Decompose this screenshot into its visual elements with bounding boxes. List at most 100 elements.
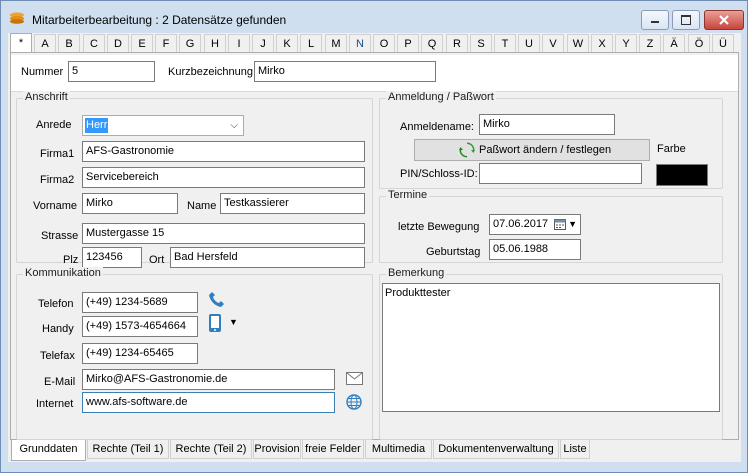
internet-field[interactable]: www.afs-software.de <box>82 392 335 413</box>
letzte-bewegung-field[interactable]: 07.06.2017 ▼ <box>489 214 581 235</box>
title-bar[interactable]: Mitarbeiterbearbeitung : 2 Datensätze ge… <box>1 1 747 33</box>
mobile-phone-icon[interactable] <box>208 313 222 333</box>
alpha-tab-W[interactable]: W <box>567 34 589 52</box>
telefon-field[interactable]: (+49) 1234-5689 <box>82 292 198 313</box>
bottom-tab-provision[interactable]: Provision <box>253 440 301 459</box>
strasse-field[interactable]: Mustergasse 15 <box>82 223 365 244</box>
bottom-tab-dokumentenverwaltung[interactable]: Dokumentenverwaltung <box>433 440 559 459</box>
alpha-tab-Z[interactable]: Z <box>639 34 661 52</box>
geburtstag-field[interactable]: 05.06.1988 <box>489 239 581 260</box>
close-button[interactable] <box>704 10 744 30</box>
strasse-label: Strasse <box>41 230 79 242</box>
alpha-tab-N[interactable]: N <box>349 34 371 52</box>
alpha-tab-Ä[interactable]: Ä <box>663 34 685 52</box>
header-row: Nummer 5 Kurzbezeichnung Mirko <box>11 55 738 92</box>
ort-field[interactable]: Bad Hersfeld <box>170 247 365 268</box>
alpha-tab-*[interactable]: * <box>10 33 32 53</box>
vorname-field[interactable]: Mirko <box>82 193 178 214</box>
nummer-label: Nummer <box>21 66 64 78</box>
bottom-tab-multimedia[interactable]: Multimedia <box>365 440 432 459</box>
firma2-field[interactable]: Servicebereich <box>82 167 365 188</box>
anschrift-title: Anschrift <box>23 91 70 103</box>
firma1-field[interactable]: AFS-Gastronomie <box>82 141 365 162</box>
farbe-color-swatch[interactable] <box>656 164 708 186</box>
firma1-label: Firma1 <box>40 148 75 160</box>
vorname-label: Vorname <box>33 200 78 212</box>
alpha-tab-J[interactable]: J <box>252 34 274 52</box>
bottom-tab-rechte-teil-1[interactable]: Rechte (Teil 1) <box>87 440 169 459</box>
bottom-tab-strip: Grunddaten Rechte (Teil 1) Rechte (Teil 2)… <box>11 440 731 461</box>
name-field[interactable]: Testkassierer <box>220 193 365 214</box>
firma2-label: Firma2 <box>40 174 75 186</box>
plz-field[interactable]: 123456 <box>82 247 142 268</box>
handy-label: Handy <box>42 323 74 335</box>
nummer-field[interactable]: 5 <box>68 61 155 82</box>
maximize-button[interactable] <box>672 10 700 30</box>
telefon-label: Telefon <box>38 298 74 310</box>
name-label: Name <box>187 200 217 212</box>
bemerkung-textarea[interactable]: Produkttester <box>382 283 720 412</box>
refresh-icon <box>459 142 475 158</box>
close-icon <box>719 15 729 25</box>
email-field[interactable]: Mirko@AFS-Gastronomie.de <box>82 369 335 390</box>
alpha-tab-L[interactable]: L <box>300 34 322 52</box>
main-panel: Nummer 5 Kurzbezeichnung Mirko Anschrift… <box>10 52 739 440</box>
alpha-tab-P[interactable]: P <box>397 34 419 52</box>
globe-icon[interactable] <box>346 394 362 410</box>
chevron-down-icon: ⌵ <box>230 120 238 131</box>
plz-label: Plz <box>63 254 79 266</box>
alpha-tab-M[interactable]: M <box>325 34 347 52</box>
passwort-button[interactable]: Paßwort ändern / festlegen <box>414 139 650 161</box>
app-icon <box>10 12 24 24</box>
pin-field[interactable] <box>479 163 642 184</box>
bottom-tab-liste[interactable]: Liste <box>560 440 590 459</box>
envelope-icon[interactable] <box>346 372 363 385</box>
letzte-bewegung-label: letzte Bewegung <box>398 221 480 233</box>
bemerkung-title: Bemerkung <box>386 267 447 279</box>
phone-icon[interactable] <box>208 290 226 308</box>
alpha-tab-H[interactable]: H <box>204 34 226 52</box>
kurzbezeichnung-field[interactable]: Mirko <box>254 61 436 82</box>
alpha-tab-U[interactable]: U <box>518 34 540 52</box>
alpha-tab-X[interactable]: X <box>591 34 613 52</box>
alpha-tab-D[interactable]: D <box>107 34 129 52</box>
kurzbezeichnung-label: Kurzbezeichnung <box>168 66 254 78</box>
letzte-bewegung-value: 07.06.2017 <box>493 218 549 230</box>
passwort-button-label: Paßwort ändern / festlegen <box>479 144 612 156</box>
pin-label: PIN/Schloss-ID: <box>400 168 478 180</box>
telefax-field[interactable]: (+49) 1234-65465 <box>82 343 198 364</box>
alpha-tab-E[interactable]: E <box>131 34 153 52</box>
alpha-tab-A[interactable]: A <box>34 34 56 52</box>
alpha-tab-G[interactable]: G <box>179 34 201 52</box>
alpha-tab-Ö[interactable]: Ö <box>688 34 710 52</box>
alpha-tab-Q[interactable]: Q <box>421 34 443 52</box>
alpha-tab-Y[interactable]: Y <box>615 34 637 52</box>
alpha-tab-Ü[interactable]: Ü <box>712 34 734 52</box>
alpha-tab-S[interactable]: S <box>470 34 492 52</box>
anmeldename-field[interactable]: Mirko <box>479 114 615 135</box>
alpha-tab-R[interactable]: R <box>446 34 468 52</box>
alpha-tab-I[interactable]: I <box>228 34 250 52</box>
chevron-down-icon[interactable]: ▼ <box>229 317 238 327</box>
farbe-label: Farbe <box>657 143 686 155</box>
ort-label: Ort <box>149 254 165 266</box>
telefax-label: Telefax <box>40 350 75 362</box>
alpha-tab-K[interactable]: K <box>276 34 298 52</box>
alpha-tab-O[interactable]: O <box>373 34 395 52</box>
alpha-tab-F[interactable]: F <box>155 34 177 52</box>
alpha-tab-V[interactable]: V <box>542 34 564 52</box>
alpha-tab-C[interactable]: C <box>83 34 105 52</box>
kommunikation-title: Kommunikation <box>23 267 103 279</box>
chevron-down-icon: ▼ <box>568 219 577 229</box>
handy-field[interactable]: (+49) 1573-4654664 <box>82 316 198 337</box>
geburtstag-label: Geburtstag <box>426 246 481 258</box>
anrede-select[interactable]: Herr ⌵ <box>82 115 244 136</box>
bottom-tab-grunddaten[interactable]: Grunddaten <box>11 440 86 461</box>
window-title: Mitarbeiterbearbeitung : 2 Datensätze ge… <box>32 13 287 27</box>
minimize-button[interactable] <box>641 10 669 30</box>
alpha-tab-B[interactable]: B <box>58 34 80 52</box>
bottom-tab-rechte-teil-2[interactable]: Rechte (Teil 2) <box>170 440 252 459</box>
anmeldung-title: Anmeldung / Paßwort <box>386 91 496 103</box>
alpha-tab-T[interactable]: T <box>494 34 516 52</box>
bottom-tab-freie-felder[interactable]: freie Felder <box>302 440 364 459</box>
